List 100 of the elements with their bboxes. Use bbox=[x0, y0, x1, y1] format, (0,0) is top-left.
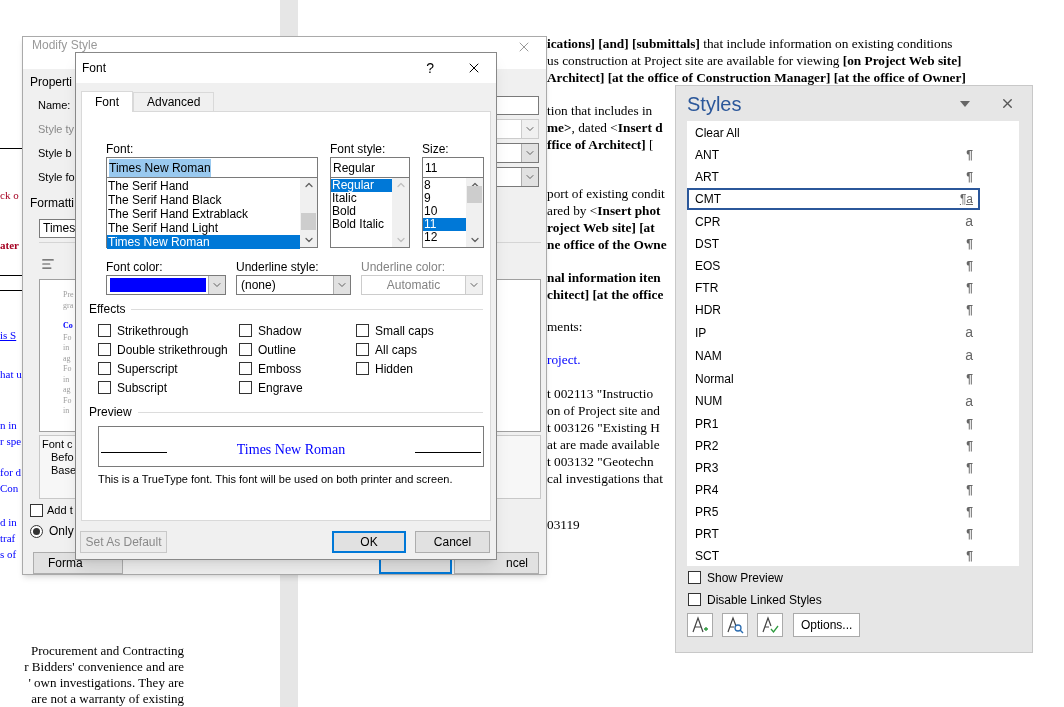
close-icon[interactable] bbox=[1000, 96, 1015, 111]
input-field[interactable]: Times New Roman bbox=[106, 157, 318, 177]
checkbox[interactable] bbox=[688, 571, 701, 584]
style-item[interactable]: Normal ¶ bbox=[687, 367, 980, 390]
document-text-line: Con bbox=[0, 481, 19, 496]
checkbox[interactable] bbox=[98, 362, 111, 375]
align-left-icon[interactable] bbox=[41, 257, 55, 271]
help-button[interactable]: ? bbox=[426, 57, 434, 79]
style-item[interactable]: ANT ¶ bbox=[687, 144, 980, 166]
document-text-line: ne office of the Owne bbox=[547, 236, 667, 253]
list-option[interactable]: 11 bbox=[423, 218, 466, 231]
style-item[interactable]: CMT ¶a bbox=[687, 188, 980, 210]
scroll-thumb[interactable] bbox=[467, 186, 482, 203]
radio-label: Only bbox=[49, 523, 74, 540]
style-item[interactable]: NUM a bbox=[687, 389, 980, 413]
style-item[interactable]: PR5 ¶ bbox=[687, 500, 980, 523]
style-item[interactable]: HDR ¶ bbox=[687, 299, 980, 322]
input-field[interactable]: Regular bbox=[330, 157, 410, 177]
checkbox[interactable] bbox=[98, 343, 111, 356]
style-type-symbol: ¶ bbox=[966, 370, 973, 388]
letter-check-icon bbox=[761, 616, 779, 634]
checkbox[interactable] bbox=[356, 343, 369, 356]
field-label: Name: bbox=[38, 97, 71, 113]
list-option[interactable]: The Serif Hand Extrablack bbox=[107, 207, 300, 221]
checkbox-label: Add t bbox=[47, 503, 73, 519]
list-option[interactable]: The Serif Hand Black bbox=[107, 193, 300, 207]
style-type-symbol: a bbox=[965, 391, 973, 411]
document-text-line: r Bidders' convenience and are bbox=[24, 659, 184, 675]
style-item[interactable]: PRT ¶ bbox=[687, 522, 980, 545]
tab[interactable]: Advanced bbox=[133, 92, 215, 111]
style-item[interactable]: DST ¶ bbox=[687, 233, 980, 256]
style-item[interactable]: Clear All bbox=[687, 122, 980, 144]
style-item[interactable]: FTR ¶ bbox=[687, 277, 980, 300]
style-item[interactable]: ART ¶ bbox=[687, 166, 980, 188]
dropdown[interactable]: (none) bbox=[236, 275, 351, 295]
style-type-symbol: ¶ bbox=[966, 459, 973, 477]
color-dropdown[interactable] bbox=[106, 275, 226, 295]
checkbox[interactable] bbox=[239, 343, 252, 356]
tab[interactable]: Font bbox=[81, 91, 133, 112]
checkbox[interactable] bbox=[356, 362, 369, 375]
manage-styles-button[interactable] bbox=[757, 613, 783, 637]
style-item[interactable]: SCT ¶ bbox=[687, 544, 980, 567]
list-option[interactable]: 10 bbox=[423, 205, 466, 218]
dialog-title: Font bbox=[82, 60, 107, 77]
checkbox[interactable] bbox=[98, 324, 111, 337]
caret-icon[interactable] bbox=[960, 100, 970, 107]
style-item[interactable]: EOS ¶ bbox=[687, 255, 980, 278]
list-option[interactable]: Bold Italic bbox=[331, 218, 392, 231]
list-box[interactable]: The Serif Hand The Serif Hand Black The Serif Hand Extrablack The Serif Hand Light Times New Roman bbox=[106, 177, 318, 248]
style-item[interactable]: CPR a bbox=[687, 210, 980, 234]
list-option[interactable]: The Serif Hand bbox=[107, 179, 300, 193]
document-text-line: 03119 bbox=[547, 516, 580, 533]
options-button[interactable]: Options... bbox=[793, 613, 861, 637]
description-text: Font c bbox=[42, 438, 73, 451]
preview-text: Fo bbox=[63, 395, 72, 406]
radio-button[interactable] bbox=[30, 524, 43, 538]
new-style-button[interactable] bbox=[687, 613, 713, 637]
scrollbar[interactable] bbox=[466, 178, 483, 247]
checkbox[interactable] bbox=[239, 362, 252, 375]
dialog-button[interactable]: OK bbox=[332, 531, 406, 553]
document-text-line: Procurement and Contracting bbox=[30, 643, 184, 659]
input-field[interactable]: 11 bbox=[422, 157, 484, 177]
document-text-line: ater bbox=[0, 238, 19, 253]
style-item[interactable]: PR3 ¶ bbox=[687, 456, 980, 479]
document-text-line: traf bbox=[0, 531, 16, 546]
checkbox[interactable] bbox=[688, 593, 701, 606]
document-text-line: s of bbox=[0, 547, 17, 562]
style-inspector-button[interactable] bbox=[722, 613, 748, 637]
style-type-symbol: ¶ bbox=[966, 258, 973, 276]
checkbox[interactable] bbox=[98, 381, 111, 394]
style-type-symbol: ¶ bbox=[966, 280, 973, 298]
checkbox[interactable] bbox=[30, 504, 43, 517]
style-item[interactable]: NAM a bbox=[687, 344, 980, 368]
checkbox[interactable] bbox=[356, 324, 369, 337]
style-type-symbol: ¶ bbox=[966, 147, 973, 164]
list-option[interactable]: Regular bbox=[331, 179, 392, 192]
style-item[interactable]: PR2 ¶ bbox=[687, 434, 980, 457]
list-option[interactable]: Italic bbox=[331, 192, 392, 205]
style-item[interactable]: IP a bbox=[687, 321, 980, 345]
list-option[interactable]: 12 bbox=[423, 231, 466, 244]
list-option[interactable]: 9 bbox=[423, 192, 466, 205]
style-item[interactable]: PR1 ¶ bbox=[687, 412, 980, 435]
list-option[interactable]: Bold bbox=[331, 205, 392, 218]
document-text-line: cal investigations that bbox=[547, 470, 663, 487]
field-label: Underline color: bbox=[361, 259, 447, 275]
style-type-symbol: ¶a bbox=[959, 191, 973, 208]
list-option[interactable]: The Serif Hand Light bbox=[107, 221, 300, 235]
document-text-line: is S bbox=[0, 328, 17, 343]
list-box[interactable]: Regular Italic Bold Bold Italic bbox=[330, 177, 410, 248]
document-text-line: nal information iten bbox=[547, 269, 661, 286]
list-box[interactable]: 8 9 10 11 12 bbox=[422, 177, 484, 248]
scrollbar[interactable] bbox=[300, 178, 317, 247]
list-option[interactable]: 8 bbox=[423, 179, 466, 192]
document-text-line: on of Project site and bbox=[547, 402, 660, 419]
style-item[interactable]: PR4 ¶ bbox=[687, 478, 980, 501]
list-option[interactable]: Times New Roman bbox=[107, 235, 300, 249]
checkbox[interactable] bbox=[239, 324, 252, 337]
checkbox[interactable] bbox=[239, 381, 252, 394]
scroll-thumb[interactable] bbox=[301, 213, 316, 230]
dialog-button[interactable]: Cancel bbox=[415, 531, 490, 553]
